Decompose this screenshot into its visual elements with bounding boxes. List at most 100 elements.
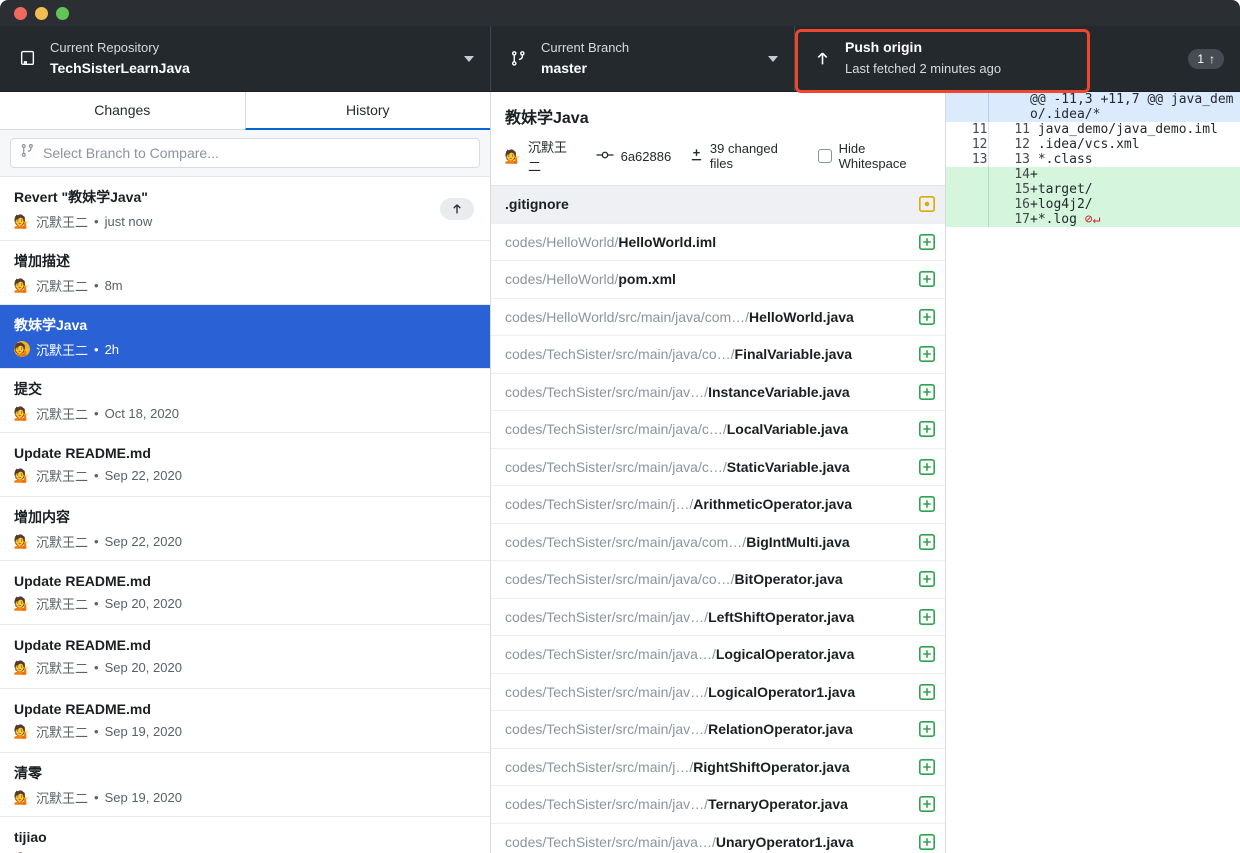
commit-author: 沉默王二 bbox=[36, 468, 89, 484]
no-newline-marker-icon: ⊘↵ bbox=[1076, 212, 1101, 227]
commit-author: 沉默王二 bbox=[36, 660, 89, 676]
tab-history[interactable]: History bbox=[244, 92, 490, 130]
changed-file-row[interactable]: codes/HelloWorld/pom.xml bbox=[491, 261, 945, 299]
changed-file-row[interactable]: codes/TechSister/src/main/j…/ArithmeticO… bbox=[491, 486, 945, 524]
changed-file-path: codes/TechSister/src/main/java/c…/LocalV… bbox=[505, 421, 911, 437]
file-name: RightShiftOperator.java bbox=[693, 758, 850, 775]
commit-meta: 💁 沉默王二 • Sep 19, 2020 bbox=[14, 722, 476, 741]
commit-list-item[interactable]: 增加描述 💁 沉默王二 • 8m bbox=[0, 241, 490, 305]
changed-file-row[interactable]: codes/HelloWorld/src/main/java/com…/Hell… bbox=[491, 298, 945, 336]
file-status-added-icon bbox=[919, 833, 935, 850]
meta-separator: • bbox=[94, 467, 99, 483]
diff-line-content: +*.log ⊘↵ bbox=[1030, 212, 1240, 227]
commit-meta: 💁 沉默王二 • Sep 22, 2020 bbox=[14, 466, 476, 485]
file-name: FinalVariable.java bbox=[734, 346, 853, 363]
commit-meta: 💁沉默王二 bbox=[14, 850, 476, 853]
diff-new-line-number: 16 bbox=[987, 197, 1030, 212]
arrow-up-icon: ↑ bbox=[1209, 51, 1215, 66]
commit-list-item[interactable]: Revert "教妹学Java" 💁 沉默王二 • just now bbox=[0, 177, 490, 241]
file-directory: codes/TechSister/src/main/java…/ bbox=[505, 646, 716, 663]
repo-icon bbox=[16, 50, 38, 67]
commit-list-item[interactable]: 清零 💁 沉默王二 • Sep 19, 2020 bbox=[0, 753, 490, 817]
meta-separator: • bbox=[94, 723, 99, 739]
changed-file-row[interactable]: codes/TechSister/src/main/jav…/InstanceV… bbox=[491, 373, 945, 411]
commit-summary: Update README.md bbox=[14, 636, 151, 653]
commit-author: 沉默王二 bbox=[36, 534, 89, 550]
changed-file-row[interactable]: .gitignore bbox=[491, 186, 945, 224]
changed-file-row[interactable]: codes/TechSister/src/main/j…/RightShiftO… bbox=[491, 748, 945, 786]
changed-files-list[interactable]: .gitignore codes/HelloWorld/HelloWorld.im… bbox=[491, 186, 945, 853]
file-status-added-icon bbox=[919, 646, 935, 663]
commit-history-list[interactable]: Revert "教妹学Java" 💁 沉默王二 • just now 增加描述 💁 沉默王二 •… bbox=[0, 177, 490, 853]
changed-file-row[interactable]: codes/TechSister/src/main/java/co…/Final… bbox=[491, 336, 945, 374]
commit-author: 沉默王二 bbox=[36, 850, 88, 853]
changed-file-path: codes/TechSister/src/main/jav…/TernaryOp… bbox=[505, 796, 911, 812]
changed-file-path: codes/TechSister/src/main/java/com…/BigI… bbox=[505, 534, 911, 550]
diff-plus-minus-icon bbox=[690, 148, 703, 165]
current-repository-dropdown[interactable]: Current Repository TechSisterLearnJava bbox=[0, 26, 491, 91]
changed-file-path: codes/TechSister/src/main/jav…/InstanceV… bbox=[505, 384, 911, 400]
tab-changes[interactable]: Changes bbox=[0, 92, 245, 130]
diff-line-add: 17 +*.log ⊘↵ bbox=[946, 212, 1240, 227]
changed-file-path: codes/TechSister/src/main/jav…/LogicalOp… bbox=[505, 684, 911, 700]
commit-list-item[interactable]: Update README.md 💁 沉默王二 • Sep 20, 2020 bbox=[0, 625, 490, 689]
changed-file-row[interactable]: codes/TechSister/src/main/jav…/RelationO… bbox=[491, 711, 945, 749]
minimize-window-button[interactable] bbox=[35, 6, 48, 20]
changed-file-row[interactable]: codes/HelloWorld/HelloWorld.iml bbox=[491, 223, 945, 261]
changed-file-path: codes/TechSister/src/main/java/co…/Final… bbox=[505, 346, 911, 362]
maximize-window-button[interactable] bbox=[56, 6, 69, 20]
changed-file-row[interactable]: codes/TechSister/src/main/java/com…/BigI… bbox=[491, 523, 945, 561]
changed-file-row[interactable]: codes/TechSister/src/main/java/c…/Static… bbox=[491, 448, 945, 486]
diff-line-ctx: 11 11 java_demo/java_demo.iml bbox=[946, 122, 1240, 137]
commit-time: Oct 18, 2020 bbox=[104, 405, 180, 421]
push-origin-button[interactable]: Push origin Last fetched 2 minutes ago 1… bbox=[795, 26, 1240, 91]
file-status-added-icon bbox=[919, 458, 935, 475]
close-window-button[interactable] bbox=[14, 6, 27, 20]
changed-file-row[interactable]: codes/TechSister/src/main/jav…/LogicalOp… bbox=[491, 673, 945, 711]
file-name: UnaryOperator1.java bbox=[715, 833, 854, 850]
commit-summary: Revert "教妹学Java" bbox=[14, 188, 148, 205]
avatar: 💁 bbox=[13, 659, 31, 675]
changed-file-path: codes/HelloWorld/src/main/java/com…/Hell… bbox=[505, 309, 911, 325]
commit-detail-panel: 教妹学Java 💁 沉默王二 6a62886 39 changed files … bbox=[491, 92, 946, 853]
commit-list-item[interactable]: 增加内容 💁 沉默王二 • Sep 22, 2020 bbox=[0, 497, 490, 561]
commit-meta: 💁 沉默王二 • Sep 20, 2020 bbox=[14, 658, 476, 677]
commit-author: 沉默王二 bbox=[36, 406, 89, 422]
commit-list-item[interactable]: Update README.md 💁 沉默王二 • Sep 20, 2020 bbox=[0, 561, 490, 625]
file-status-added-icon bbox=[919, 721, 935, 738]
diff-line-content: @@ -11,3 +11,7 @@ java_demo/.idea/* bbox=[1030, 92, 1240, 122]
compare-branch-input[interactable]: Select Branch to Compare... bbox=[10, 138, 480, 168]
ahead-count-value: 1 bbox=[1197, 51, 1204, 66]
changed-file-row[interactable]: codes/TechSister/src/main/jav…/TernaryOp… bbox=[491, 786, 945, 824]
file-status-added-icon bbox=[919, 383, 935, 400]
changed-file-row[interactable]: codes/TechSister/src/main/java/co…/BitOp… bbox=[491, 561, 945, 599]
commit-list-item[interactable]: 提交 💁 沉默王二 • Oct 18, 2020 bbox=[0, 369, 490, 433]
changed-file-row[interactable]: codes/TechSister/src/main/jav…/LeftShift… bbox=[491, 598, 945, 636]
commit-list-item[interactable]: Update README.md 💁 沉默王二 • Sep 19, 2020 bbox=[0, 689, 490, 753]
commit-author: 沉默王二 bbox=[36, 790, 89, 806]
changed-file-row[interactable]: codes/TechSister/src/main/java…/UnaryOpe… bbox=[491, 823, 945, 853]
diff-viewer[interactable]: @@ -11,3 +11,7 @@ java_demo/.idea/* 11 11 … bbox=[946, 92, 1240, 853]
file-directory: codes/HelloWorld/ bbox=[505, 233, 619, 250]
file-directory: codes/TechSister/src/main/jav…/ bbox=[505, 796, 709, 813]
commit-time: 8m bbox=[104, 277, 123, 293]
commit-list-item[interactable]: 教妹学Java 💁 沉默王二 • 2h bbox=[0, 305, 490, 369]
changed-file-row[interactable]: codes/TechSister/src/main/java/c…/LocalV… bbox=[491, 411, 945, 449]
app-toolbar: Current Repository TechSisterLearnJava C… bbox=[0, 26, 1240, 93]
chevron-down-icon bbox=[464, 55, 474, 62]
current-branch-dropdown[interactable]: Current Branch master bbox=[491, 26, 795, 91]
changed-file-row[interactable]: codes/TechSister/src/main/java…/LogicalO… bbox=[491, 636, 945, 674]
commit-list-item[interactable]: tijiao 💁沉默王二 bbox=[0, 817, 490, 853]
changed-file-path: codes/TechSister/src/main/j…/RightShiftO… bbox=[505, 759, 911, 775]
commit-author: 沉默王二 bbox=[36, 724, 89, 740]
compare-branch-row: Select Branch to Compare... bbox=[0, 130, 490, 177]
avatar: 💁 bbox=[13, 723, 31, 739]
unpushed-commit-indicator[interactable] bbox=[440, 197, 474, 220]
window-titlebar bbox=[0, 0, 1240, 26]
file-name: pom.xml bbox=[618, 271, 676, 288]
commit-list-item[interactable]: Update README.md 💁 沉默王二 • Sep 22, 2020 bbox=[0, 433, 490, 497]
hide-whitespace-checkbox[interactable] bbox=[817, 149, 832, 163]
file-name: LocalVariable.java bbox=[726, 421, 849, 438]
current-branch-value: master bbox=[541, 59, 587, 76]
file-directory: codes/TechSister/src/main/java/co…/ bbox=[505, 571, 735, 588]
